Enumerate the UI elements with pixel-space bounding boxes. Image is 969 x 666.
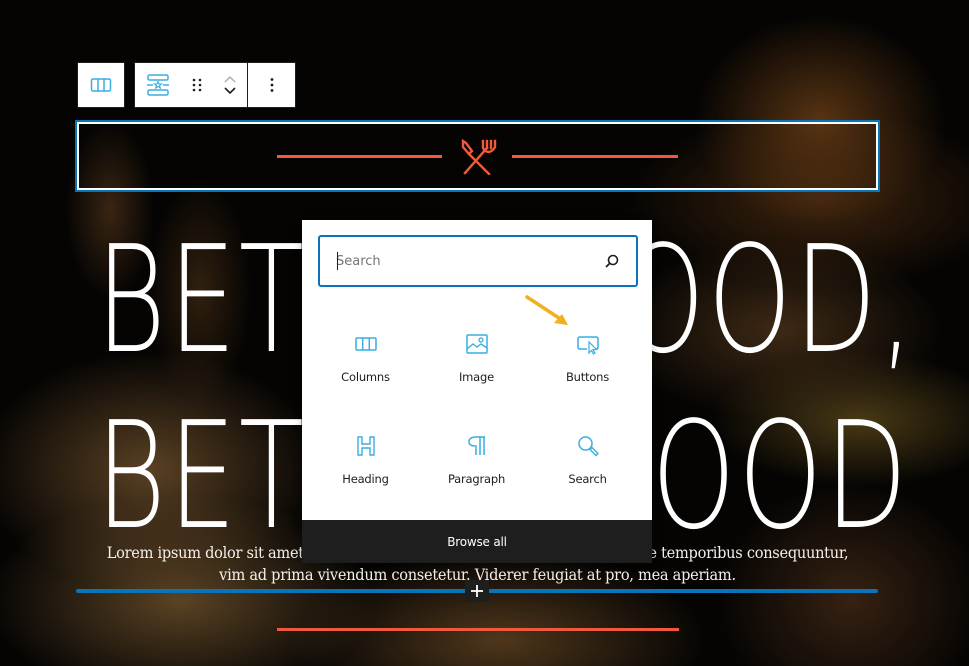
quick-inserter-popover: Columns Image Buttons [302, 220, 652, 563]
drag-handle[interactable] [181, 63, 213, 107]
paragraph-icon [465, 434, 489, 458]
block-type-switcher-button[interactable] [135, 63, 181, 107]
text-caret [337, 252, 338, 270]
plus-icon [471, 585, 483, 597]
more-options-button[interactable] [248, 63, 295, 107]
separator-line-left [277, 155, 442, 158]
block-item-label: Heading [342, 472, 389, 486]
bottom-separator-line [277, 628, 679, 631]
block-parent-group [77, 62, 125, 108]
insert-block-button[interactable] [465, 580, 489, 602]
inserter-search-box [318, 235, 638, 287]
columns-icon [90, 78, 112, 92]
annotation-arrow-icon [525, 295, 568, 325]
chevron-up-icon[interactable] [223, 75, 237, 84]
search-submit-button[interactable] [602, 251, 622, 271]
buttons-icon [576, 332, 600, 356]
inserter-search-input[interactable] [320, 237, 590, 285]
block-item-label: Paragraph [447, 472, 506, 486]
block-item-label: Columns [341, 370, 390, 384]
block-item-image[interactable]: Image [421, 310, 532, 412]
block-mover [213, 63, 247, 107]
more-vertical-icon [270, 78, 273, 92]
browse-all-button[interactable]: Browse all [302, 520, 652, 563]
block-toolbar [77, 62, 296, 108]
select-parent-columns-button[interactable] [78, 63, 124, 107]
block-item-search[interactable]: Search [532, 412, 643, 514]
separator-line-right [512, 155, 678, 158]
block-item-columns[interactable]: Columns [310, 310, 421, 412]
search-icon [576, 434, 600, 458]
block-item-label: Image [458, 370, 495, 384]
separator-block-selected[interactable] [75, 120, 880, 192]
block-item-paragraph[interactable]: Paragraph [421, 412, 532, 514]
heading-icon [354, 434, 378, 458]
block-types-grid: Columns Image Buttons Heading Paragraph … [310, 310, 643, 514]
separator-block-icon [147, 74, 169, 96]
block-item-label: Search [568, 472, 607, 486]
block-item-heading[interactable]: Heading [310, 412, 421, 514]
chevron-down-icon[interactable] [223, 86, 237, 95]
block-controls-group [134, 62, 296, 108]
search-icon [605, 254, 619, 268]
columns-icon [354, 332, 378, 356]
drag-handle-icon [192, 78, 202, 92]
block-item-label: Buttons [565, 370, 610, 384]
image-icon [465, 332, 489, 356]
knife-fork-icon [461, 139, 497, 175]
